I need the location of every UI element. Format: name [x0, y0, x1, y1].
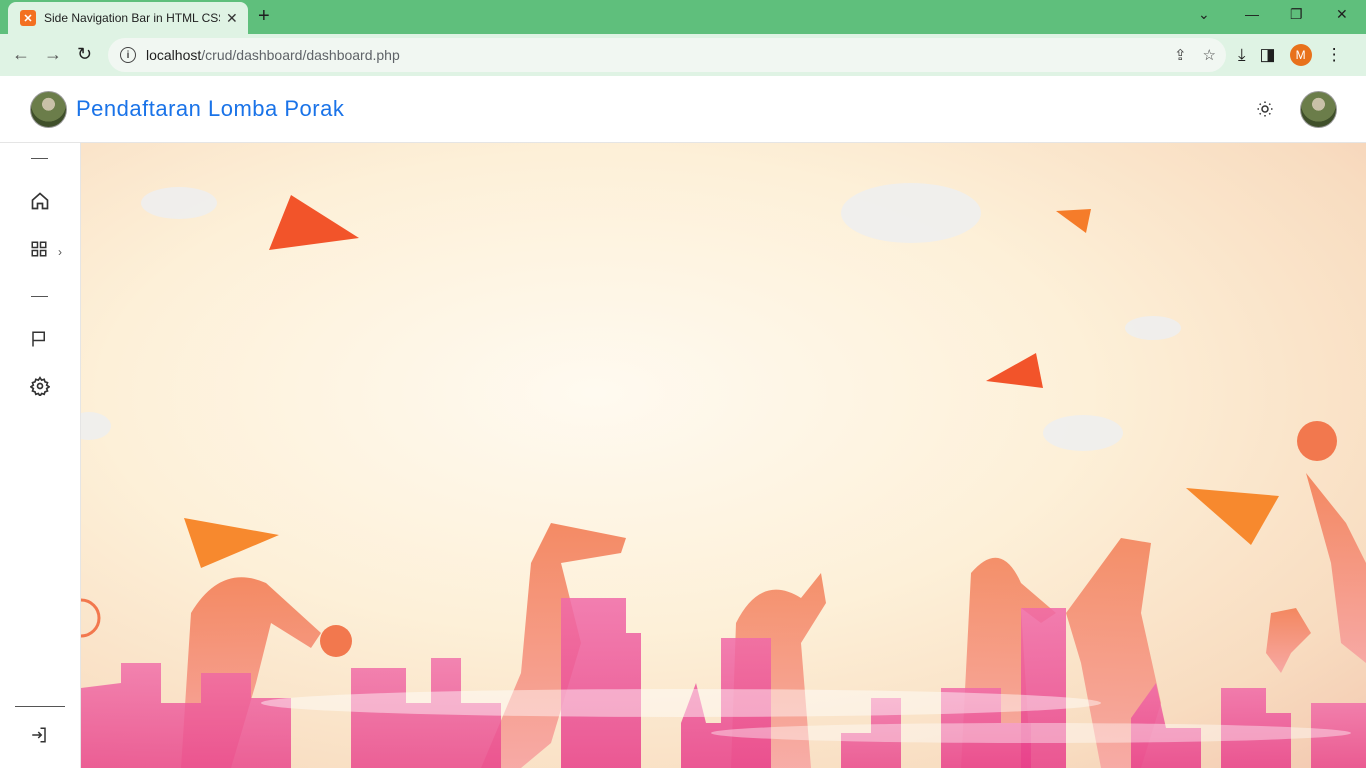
profile-avatar[interactable]: M [1289, 44, 1312, 66]
gear-icon[interactable] [29, 376, 51, 400]
logout-icon[interactable] [30, 726, 48, 748]
side-panel-icon[interactable]: ◨ [1260, 45, 1276, 65]
share-icon[interactable]: ⇪ [1174, 46, 1187, 64]
reload-button[interactable]: ↻ [77, 44, 92, 64]
menu-kebab-icon[interactable]: ⋮ [1326, 45, 1343, 65]
grid-icon[interactable] [30, 240, 48, 262]
url-text[interactable]: localhost/crud/dashboard/dashboard.php [146, 47, 400, 63]
browser-tabstrip: ✕ Side Navigation Bar in HTML CSS ✕ + ⌄ … [0, 0, 1366, 34]
sun-icon[interactable] [1256, 100, 1274, 123]
minimize-button[interactable]: — [1245, 6, 1259, 22]
tab-title: Side Navigation Bar in HTML CSS [44, 11, 220, 25]
info-icon[interactable]: i [120, 47, 136, 63]
browser-tab[interactable]: ✕ Side Navigation Bar in HTML CSS ✕ [8, 2, 248, 34]
home-icon[interactable] [30, 191, 50, 215]
hero-banner-image [81, 143, 1366, 768]
toolbar-actions: ⤓ ◨ M ⋮ [1238, 44, 1343, 66]
back-button[interactable]: ← [12, 44, 30, 64]
download-icon[interactable]: ⤓ [1238, 45, 1246, 65]
url-path: /crud/dashboard/dashboard.php [201, 47, 400, 63]
xampp-icon: ✕ [20, 10, 36, 26]
close-tab-icon[interactable]: ✕ [226, 10, 238, 27]
restore-button[interactable]: ❐ [1290, 6, 1303, 23]
address-bar[interactable]: i localhost/crud/dashboard/dashboard.php… [108, 38, 1226, 72]
logo-avatar [30, 91, 67, 128]
new-tab-button[interactable]: + [258, 6, 270, 26]
site-title: Pendaftaran Lomba Porak [76, 96, 345, 121]
tab-search-icon[interactable]: ⌄ [1198, 6, 1210, 23]
bookmark-star-icon[interactable]: ☆ [1203, 46, 1216, 64]
flag-icon[interactable] [30, 329, 48, 353]
chevron-right-icon[interactable]: › [58, 245, 62, 259]
sports-illustration [81, 183, 1366, 768]
sidebar: › [0, 143, 81, 768]
sidebar-divider [31, 296, 48, 297]
page-header: Pendaftaran Lomba Porak [0, 76, 1366, 143]
sidebar-divider [31, 158, 48, 159]
user-avatar[interactable] [1300, 91, 1337, 128]
url-host: localhost [146, 47, 202, 63]
close-window-button[interactable]: ✕ [1336, 6, 1348, 23]
sidebar-footer-divider [15, 706, 65, 707]
forward-button[interactable]: → [44, 44, 62, 64]
